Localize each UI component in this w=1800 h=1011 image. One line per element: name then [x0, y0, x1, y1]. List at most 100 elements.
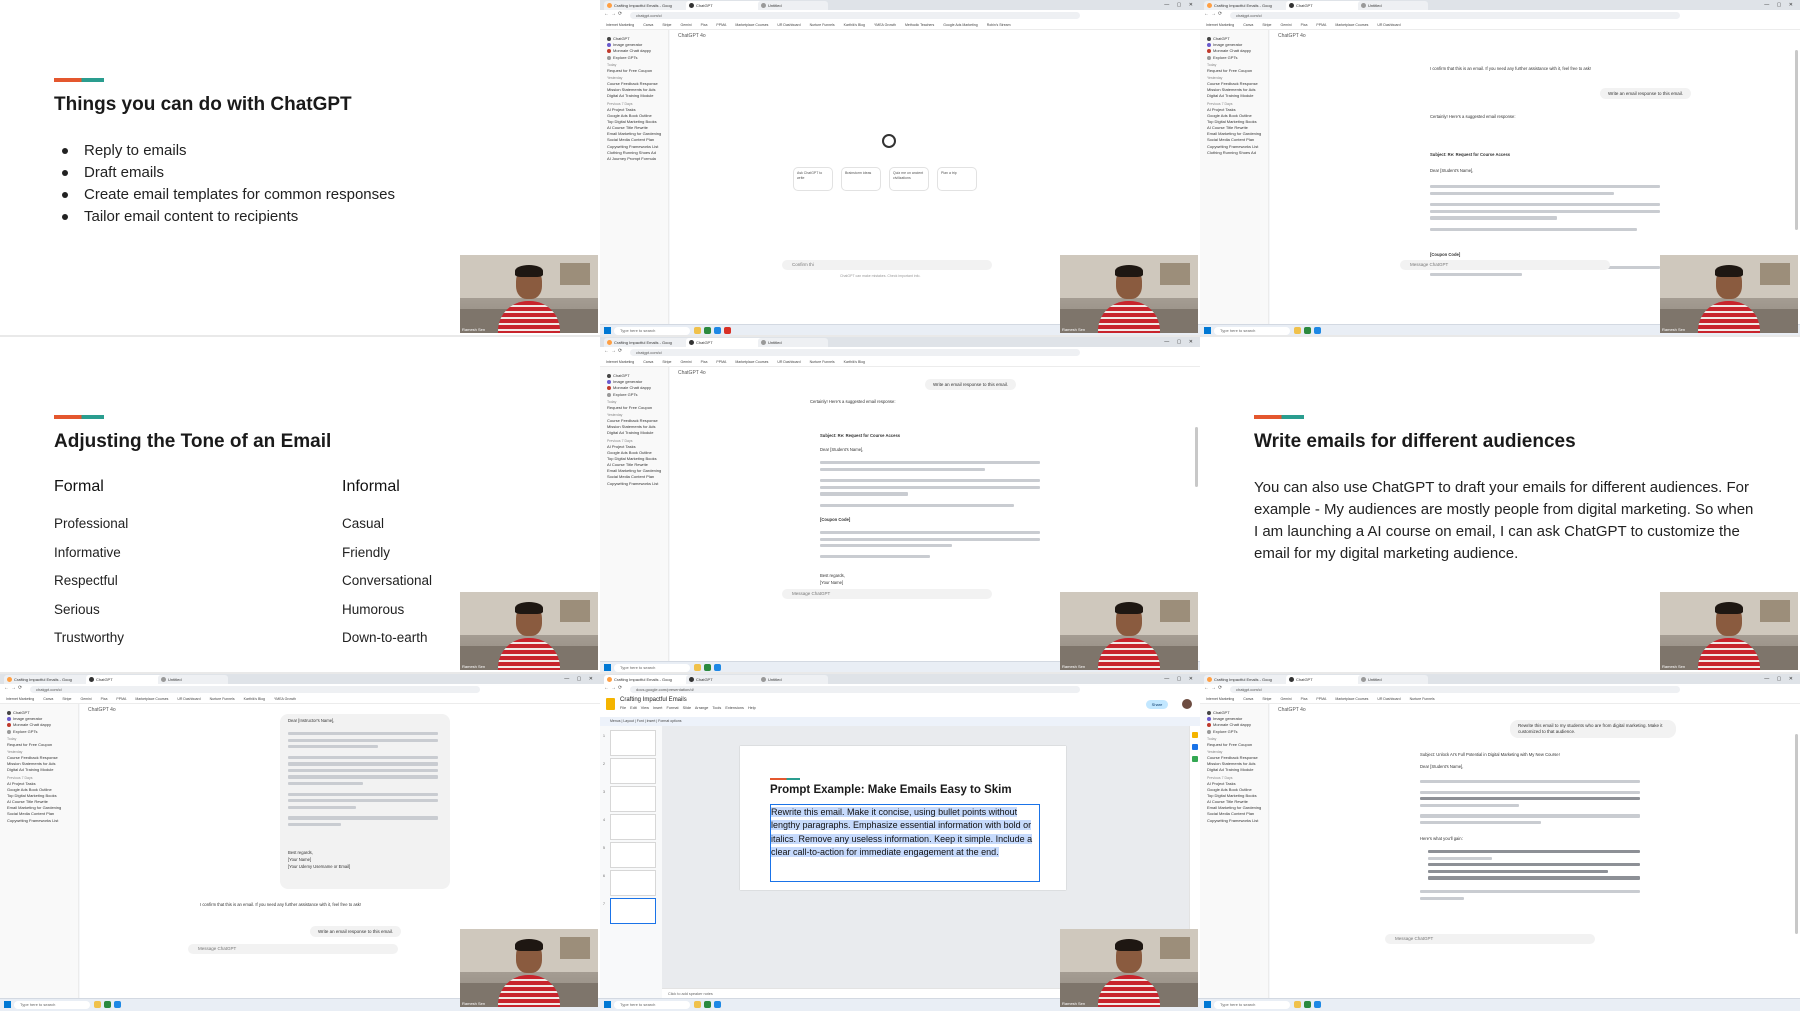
tab-chatgpt[interactable]: ChatGPT — [686, 338, 766, 347]
suggestion-card[interactable]: Brainstorm ideas — [841, 167, 881, 191]
bookmark[interactable]: Stripe — [662, 360, 671, 364]
app-icon[interactable] — [724, 327, 731, 334]
slide-thumbnail[interactable] — [610, 870, 656, 896]
bookmark[interactable]: YMEA Growth — [874, 23, 896, 27]
bookmark[interactable]: Stripe — [1262, 697, 1271, 701]
tab-untitled[interactable]: Untitled — [758, 1, 828, 10]
url-input[interactable]: chatgpt.com/c/ — [1230, 12, 1680, 19]
bookmark[interactable]: Marketplace Courses — [735, 23, 768, 27]
tab-docs[interactable]: Crafting Impactful Emails - Goog — [604, 1, 694, 10]
sidebar-history-item[interactable]: Copywriting Frameworks List — [1200, 144, 1268, 150]
bookmark[interactable]: Pixa — [101, 697, 108, 701]
windows-start-icon[interactable] — [1204, 1001, 1211, 1008]
tab-docs[interactable]: Crafting Impactful Emails - Goog — [604, 675, 694, 684]
message-input[interactable]: Message ChatGPT — [782, 589, 992, 599]
suggestion-card[interactable]: Quiz me on ancient civilizations — [889, 167, 929, 191]
tab-chatgpt[interactable]: ChatGPT — [686, 1, 766, 10]
chrome-icon[interactable] — [714, 327, 721, 334]
scrollbar[interactable] — [1195, 427, 1198, 487]
scrollbar[interactable] — [1795, 734, 1798, 934]
window-controls[interactable]: — ▢ ✕ — [1764, 674, 1796, 684]
windows-start-icon[interactable] — [4, 1001, 11, 1008]
bookmark[interactable]: Gemini — [681, 360, 692, 364]
tab-docs[interactable]: Crafting Impactful Emails - Goog — [4, 675, 94, 684]
app-icon[interactable] — [104, 1001, 111, 1008]
file-explorer-icon[interactable] — [694, 1001, 701, 1008]
tab-chatgpt[interactable]: ChatGPT — [686, 675, 766, 684]
file-explorer-icon[interactable] — [1294, 1001, 1301, 1008]
bookmark[interactable]: Internet Marketing — [6, 697, 34, 701]
scrollbar[interactable] — [1795, 50, 1798, 230]
keep-icon[interactable] — [1192, 732, 1198, 738]
message-input[interactable]: Message ChatGPT — [188, 944, 398, 954]
calendar-icon[interactable] — [1192, 756, 1198, 762]
menu-bar[interactable]: File Edit View Insert Format Slide Arran… — [620, 706, 756, 710]
tab-untitled[interactable]: Untitled — [758, 338, 828, 347]
slide-thumbnail[interactable] — [610, 730, 656, 756]
model-selector[interactable]: ChatGPT 4o — [88, 707, 116, 713]
bookmark[interactable]: Karthik's Blog — [244, 697, 265, 701]
suggestion-card[interactable]: Ask ChatGPT to write — [793, 167, 833, 191]
slide-body-text[interactable]: Rewrite this email. Make it concise, usi… — [771, 806, 1039, 859]
bookmark[interactable]: Stripe — [1262, 23, 1271, 27]
share-button[interactable]: Share — [1146, 700, 1168, 709]
chrome-icon[interactable] — [714, 1001, 721, 1008]
message-input[interactable]: Confirm thi — [782, 260, 992, 270]
bookmark[interactable]: Robin's Stream — [987, 23, 1011, 27]
taskbar-search[interactable]: Type here to search — [1214, 1001, 1290, 1009]
sidebar-history-item[interactable]: Clothing Running Shoes Ad — [1200, 150, 1268, 156]
sidebar-history-item[interactable]: Copywriting Frameworks List — [0, 818, 78, 824]
bookmark[interactable]: Gemini — [681, 23, 692, 27]
windows-start-icon[interactable] — [604, 1001, 611, 1008]
nav-buttons[interactable]: ←→⟳ — [604, 11, 624, 17]
bookmark[interactable]: Canva — [643, 360, 653, 364]
sidebar-history-item[interactable]: Copywriting Frameworks List — [600, 144, 668, 150]
bookmark[interactable]: PPMA — [1316, 697, 1326, 701]
file-explorer-icon[interactable] — [1294, 327, 1301, 334]
app-icon[interactable] — [704, 1001, 711, 1008]
bookmark[interactable]: Canva — [643, 23, 653, 27]
slide-thumbnail[interactable] — [610, 758, 656, 784]
nav-buttons[interactable]: ←→⟳ — [1204, 11, 1224, 17]
bookmark[interactable]: Pixa — [701, 23, 708, 27]
bookmark[interactable]: Internet Marketing — [606, 360, 634, 364]
bookmark[interactable]: Marketplace Courses — [735, 360, 768, 364]
tab-chatgpt[interactable]: ChatGPT — [86, 675, 166, 684]
bookmark[interactable]: PPMA — [1316, 23, 1326, 27]
url-input[interactable]: chatgpt.com/c/ — [1230, 686, 1680, 693]
app-icon[interactable] — [1304, 327, 1311, 334]
nav-buttons[interactable]: ←→⟳ — [604, 348, 624, 354]
window-controls[interactable]: — ▢ ✕ — [564, 674, 596, 684]
bookmark[interactable]: Internet Marketing — [1206, 23, 1234, 27]
bookmark[interactable]: Pixa — [701, 360, 708, 364]
app-icon[interactable] — [704, 664, 711, 671]
taskbar-search[interactable]: Type here to search — [614, 1001, 690, 1009]
url-input[interactable]: docs.google.com/presentation/d/ — [630, 686, 1080, 693]
tab-docs[interactable]: Crafting Impactful Emails - Goog — [1204, 675, 1294, 684]
bookmark[interactable]: Gemini — [1281, 23, 1292, 27]
bookmark[interactable]: UR Dashboard — [777, 360, 800, 364]
model-selector[interactable]: ChatGPT 4o — [678, 33, 706, 39]
bookmark[interactable]: Marketplace Courses — [1335, 697, 1368, 701]
bookmark[interactable]: UR Dashboard — [1377, 23, 1400, 27]
slide-thumbnail[interactable] — [610, 786, 656, 812]
bookmark[interactable]: Canva — [43, 697, 53, 701]
url-input[interactable]: chatgpt.com/c/ — [30, 686, 480, 693]
bookmark[interactable]: PPMA — [716, 360, 726, 364]
bookmark[interactable]: Marketplace Courses — [135, 697, 168, 701]
tab-untitled[interactable]: Untitled — [158, 675, 228, 684]
windows-start-icon[interactable] — [604, 664, 611, 671]
window-controls[interactable]: — ▢ ✕ — [1164, 674, 1196, 684]
message-input[interactable]: Message ChatGPT — [1385, 934, 1595, 944]
sidebar-history-item[interactable]: AI Journey Prompt Formula — [600, 156, 668, 162]
file-explorer-icon[interactable] — [94, 1001, 101, 1008]
bookmark[interactable]: YMEA Growth — [274, 697, 296, 701]
bookmark[interactable]: Internet Marketing — [606, 23, 634, 27]
bookmark[interactable]: Marketplace Courses — [1335, 23, 1368, 27]
bookmark[interactable]: Methodic Teachers — [905, 23, 934, 27]
file-explorer-icon[interactable] — [694, 327, 701, 334]
taskbar-search[interactable]: Type here to search — [1214, 327, 1290, 335]
app-icon[interactable] — [1304, 1001, 1311, 1008]
model-selector[interactable]: ChatGPT 4o — [1278, 33, 1306, 39]
sidebar-history-item[interactable]: Copywriting Frameworks List — [600, 481, 668, 487]
